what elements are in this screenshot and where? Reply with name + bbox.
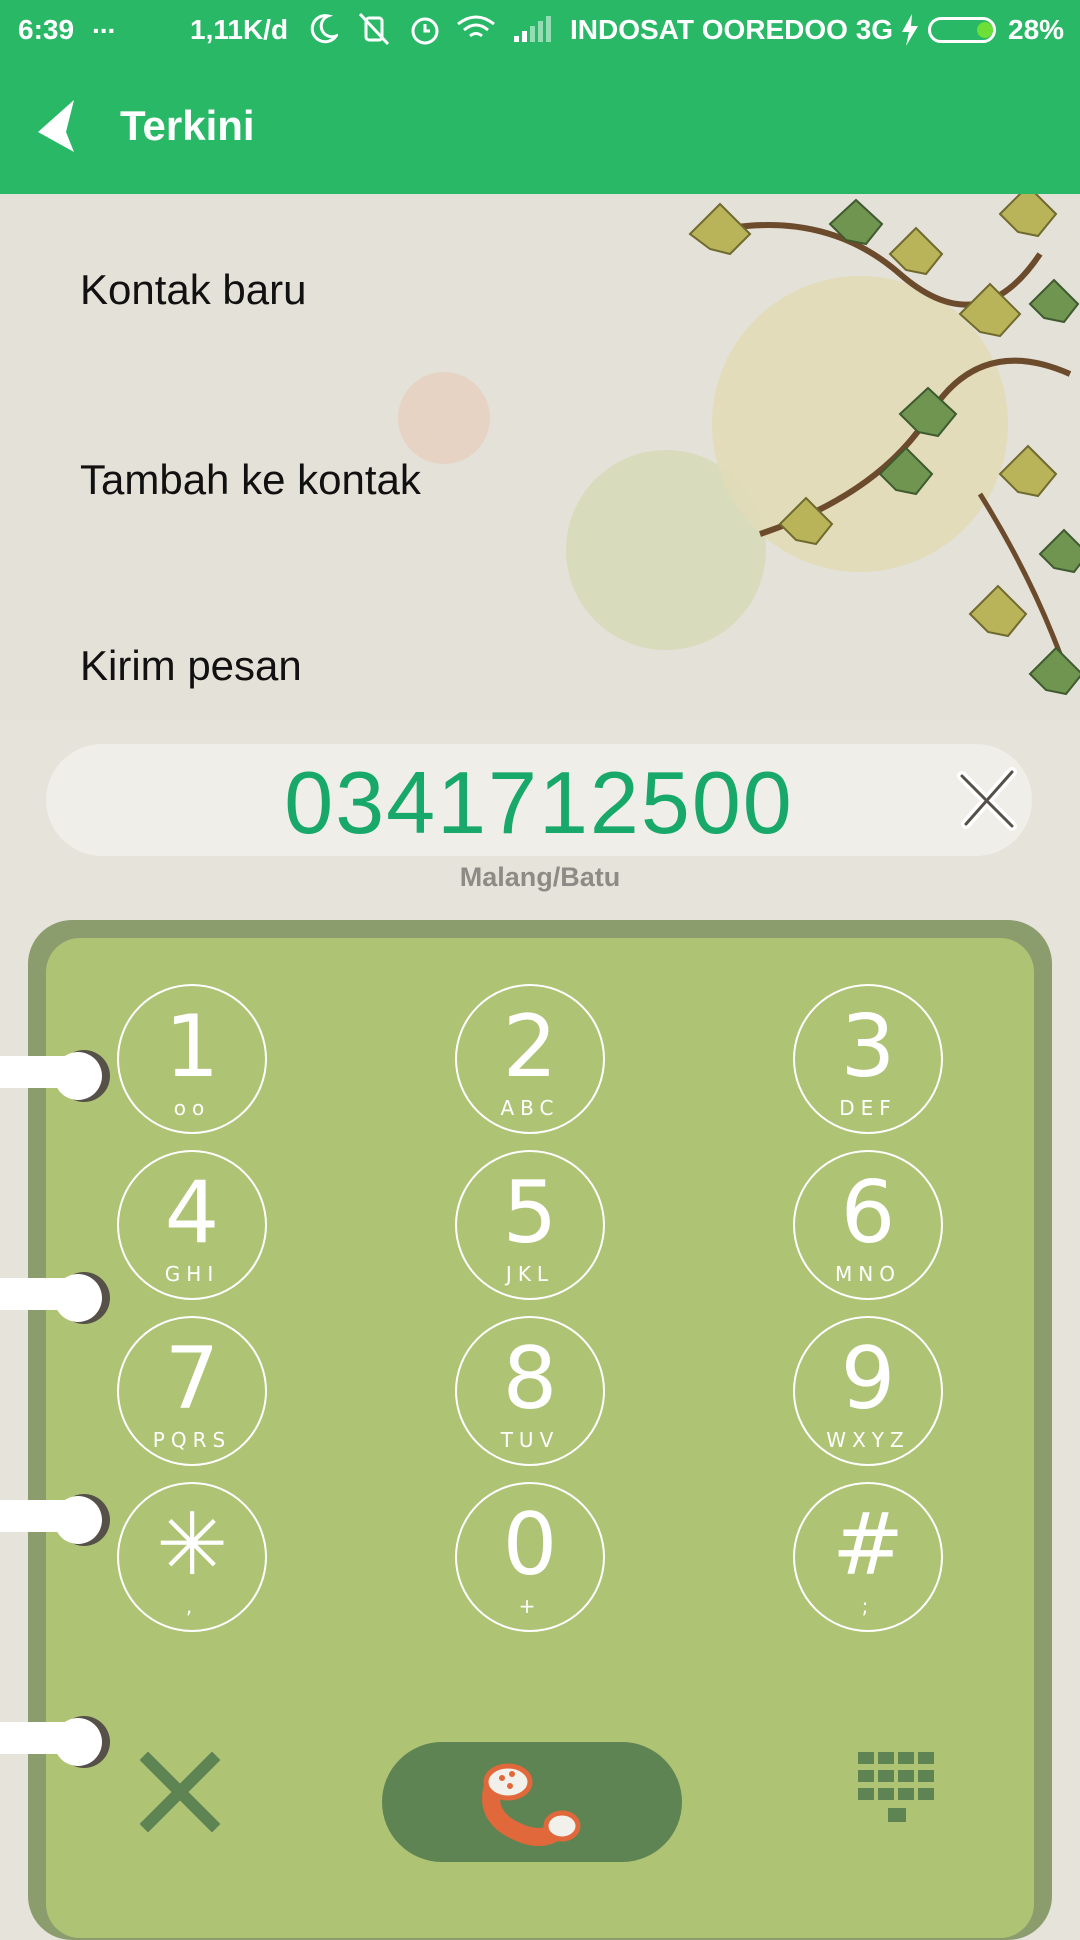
- key-letters: TUV: [500, 1428, 560, 1452]
- call-button[interactable]: [382, 1742, 682, 1862]
- voicemail-icon: oo: [173, 1096, 211, 1120]
- key-7[interactable]: 7 PQRS: [117, 1316, 267, 1466]
- charging-icon: [902, 14, 918, 46]
- number-location: Malang/Batu: [459, 862, 621, 892]
- key-letters: DEF: [839, 1096, 897, 1120]
- key-letters: MNO: [835, 1262, 901, 1286]
- mute-vibrate-icon: [358, 12, 390, 46]
- key-letters: ABC: [500, 1096, 560, 1120]
- key-digit: 7: [164, 1329, 220, 1429]
- key-digit: 5: [502, 1163, 558, 1263]
- key-digit: 6: [840, 1163, 896, 1263]
- alarm-icon: [411, 17, 439, 45]
- key-6[interactable]: 6 MNO: [793, 1150, 943, 1300]
- close-icon[interactable]: [140, 1752, 220, 1832]
- dialpad-grid-icon[interactable]: [856, 1750, 938, 1834]
- key-digit: 3: [840, 997, 896, 1097]
- key-letters: WXYZ: [826, 1428, 910, 1452]
- key-4[interactable]: 4 GHI: [117, 1150, 267, 1300]
- key-letters: PQRS: [152, 1428, 232, 1452]
- key-letters: JKL: [505, 1262, 555, 1286]
- binder-ring: [0, 1716, 110, 1768]
- key-3[interactable]: 3 DEF: [793, 984, 943, 1134]
- binder-ring: [0, 1050, 110, 1102]
- menu-item-new-contact[interactable]: Kontak baru: [80, 266, 307, 314]
- key-digit: 1: [164, 997, 220, 1097]
- status-dots: ...: [92, 8, 116, 39]
- key-hash[interactable]: # ;: [793, 1482, 943, 1632]
- recent-actions-panel: Kontak baru Tambah ke kontak Kirim pesan: [0, 194, 1080, 720]
- binder-ring: [0, 1494, 110, 1546]
- dialed-number[interactable]: 0341712500: [46, 752, 1032, 854]
- key-letters: +: [518, 1594, 542, 1618]
- key-letters: ;: [861, 1594, 875, 1618]
- key-digit: 0: [502, 1495, 558, 1595]
- status-time: 6:39: [18, 14, 75, 45]
- key-star[interactable]: ✳ ,: [117, 1482, 267, 1632]
- battery-icon: [928, 17, 996, 43]
- key-digit: 2: [502, 997, 558, 1097]
- app-bar: Terkini: [0, 60, 1080, 194]
- key-digit: 9: [840, 1329, 896, 1429]
- phone-handset-icon: [482, 1763, 581, 1846]
- signal-icon: [514, 16, 551, 42]
- key-letters: GHI: [164, 1262, 220, 1286]
- network-speed: 1,11K/d: [190, 14, 289, 45]
- key-1[interactable]: 1 oo: [117, 984, 267, 1134]
- close-icon[interactable]: [956, 766, 1022, 832]
- key-letters: ,: [185, 1594, 199, 1618]
- key-0[interactable]: 0 +: [455, 1482, 605, 1632]
- key-digit: #: [831, 1495, 905, 1595]
- menu-item-add-to-contact[interactable]: Tambah ke kontak: [80, 456, 421, 504]
- key-2[interactable]: 2 ABC: [455, 984, 605, 1134]
- key-9[interactable]: 9 WXYZ: [793, 1316, 943, 1466]
- page-title: Terkini: [120, 102, 255, 149]
- key-digit: ✳: [155, 1495, 229, 1595]
- wifi-icon: [457, 15, 495, 38]
- status-bar: 6:39 ... 1,11K/d INDOSAT OOREDOO 3G 28%: [0, 0, 1080, 60]
- key-digit: 4: [164, 1163, 220, 1263]
- key-digit: 8: [502, 1329, 558, 1429]
- back-arrow-icon[interactable]: [30, 96, 94, 160]
- key-8[interactable]: 8 TUV: [455, 1316, 605, 1466]
- binder-ring: [0, 1272, 110, 1324]
- menu-item-send-message[interactable]: Kirim pesan: [80, 642, 302, 690]
- battery-level: 28%: [1008, 14, 1065, 45]
- number-display: 0341712500: [46, 744, 1032, 856]
- moon-icon: [310, 14, 338, 44]
- key-5[interactable]: 5 JKL: [455, 1150, 605, 1300]
- carrier-name: INDOSAT OOREDOO 3G: [570, 14, 894, 45]
